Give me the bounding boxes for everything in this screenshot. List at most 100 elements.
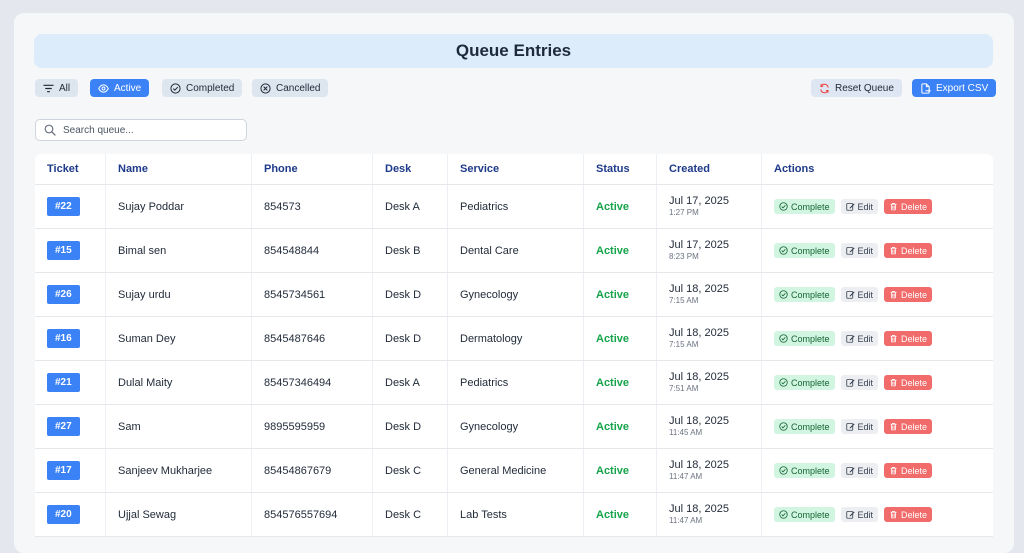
filter-active-button[interactable]: Active xyxy=(90,79,150,97)
delete-button[interactable]: Delete xyxy=(884,507,933,522)
status-badge: Active xyxy=(596,420,630,433)
created-date: Jul 18, 2025 xyxy=(669,458,729,471)
ticket-badge[interactable]: #20 xyxy=(47,505,80,524)
status-badge: Active xyxy=(596,332,630,345)
service-cell: Gynecology xyxy=(447,272,584,317)
ticket-badge[interactable]: #21 xyxy=(47,373,80,392)
service-cell: Pediatrics xyxy=(447,360,584,405)
column-header-actions: Actions xyxy=(761,154,993,185)
complete-label: Complete xyxy=(791,289,830,300)
check-circle-icon xyxy=(779,202,788,211)
filter-all-button[interactable]: All xyxy=(35,79,79,97)
table-row: #22 Sujay Poddar 854573 Desk A Pediatric… xyxy=(35,184,993,229)
ticket-cell: #15 xyxy=(35,228,106,273)
edit-button[interactable]: Edit xyxy=(840,419,879,434)
row-actions: Complete Edit Delete xyxy=(774,419,993,434)
trash-icon xyxy=(890,422,897,431)
ticket-badge[interactable]: #26 xyxy=(47,285,80,304)
reset-queue-label: Reset Queue xyxy=(835,82,894,94)
edit-button[interactable]: Edit xyxy=(840,463,879,478)
phone-cell: 9895595959 xyxy=(251,404,373,449)
status-badge: Active xyxy=(596,508,630,521)
delete-button[interactable]: Delete xyxy=(884,375,933,390)
column-header-name: Name xyxy=(105,154,252,185)
edit-icon xyxy=(845,379,855,387)
created-date: Jul 17, 2025 xyxy=(669,194,729,207)
desk-cell: Desk D xyxy=(372,272,448,317)
complete-label: Complete xyxy=(791,201,830,212)
row-actions: Complete Edit Delete xyxy=(774,243,993,258)
check-circle-icon xyxy=(779,510,788,519)
complete-button[interactable]: Complete xyxy=(774,507,835,522)
created-date: Jul 17, 2025 xyxy=(669,238,729,251)
created-time: 7:51 AM xyxy=(669,383,699,393)
created-time: 11:47 AM xyxy=(669,471,703,481)
edit-button[interactable]: Edit xyxy=(840,375,879,390)
complete-button[interactable]: Complete xyxy=(774,331,835,346)
column-header-status: Status xyxy=(583,154,657,185)
delete-button[interactable]: Delete xyxy=(884,463,933,478)
status-cell: Active xyxy=(583,316,657,361)
ticket-badge[interactable]: #17 xyxy=(47,461,80,480)
actions-cell: Complete Edit Delete xyxy=(761,184,993,229)
status-cell: Active xyxy=(583,228,657,273)
ticket-badge[interactable]: #16 xyxy=(47,329,80,348)
ticket-badge[interactable]: #22 xyxy=(47,197,80,216)
filter-cancelled-button[interactable]: Cancelled xyxy=(252,79,329,97)
status-cell: Active xyxy=(583,360,657,405)
edit-label: Edit xyxy=(857,289,874,300)
export-csv-label: Export CSV xyxy=(936,82,989,94)
delete-button[interactable]: Delete xyxy=(884,419,933,434)
eye-icon xyxy=(98,83,109,93)
edit-button[interactable]: Edit xyxy=(840,199,879,214)
complete-button[interactable]: Complete xyxy=(774,463,835,478)
created-date: Jul 18, 2025 xyxy=(669,326,729,339)
edit-label: Edit xyxy=(857,377,874,388)
complete-button[interactable]: Complete xyxy=(774,243,835,258)
filter-cancelled-label: Cancelled xyxy=(276,82,321,94)
export-csv-button[interactable]: Export CSV xyxy=(912,79,997,97)
complete-button[interactable]: Complete xyxy=(774,375,835,390)
trash-icon xyxy=(890,510,897,519)
complete-button[interactable]: Complete xyxy=(774,199,835,214)
delete-button[interactable]: Delete xyxy=(884,331,933,346)
delete-button[interactable]: Delete xyxy=(884,287,933,302)
desk-cell: Desk A xyxy=(372,184,448,229)
filter-completed-label: Completed xyxy=(186,82,235,94)
complete-button[interactable]: Complete xyxy=(774,287,835,302)
complete-button[interactable]: Complete xyxy=(774,419,835,434)
filter-icon xyxy=(43,84,54,92)
delete-label: Delete xyxy=(901,289,928,300)
edit-button[interactable]: Edit xyxy=(840,243,879,258)
page-title: Queue Entries xyxy=(34,34,993,68)
reset-queue-button[interactable]: Reset Queue xyxy=(811,79,902,97)
check-circle-icon xyxy=(779,378,788,387)
queue-panel: Queue Entries All Active Completed Cance… xyxy=(14,13,1014,553)
actions-cell: Complete Edit Delete xyxy=(761,448,993,493)
service-cell: Dermatology xyxy=(447,316,584,361)
edit-button[interactable]: Edit xyxy=(840,507,879,522)
desk-cell: Desk B xyxy=(372,228,448,273)
delete-button[interactable]: Delete xyxy=(884,199,933,214)
ticket-badge[interactable]: #27 xyxy=(47,417,80,436)
complete-label: Complete xyxy=(791,333,830,344)
filter-active-label: Active xyxy=(114,82,142,94)
refresh-icon xyxy=(820,83,829,93)
trash-icon xyxy=(890,466,897,475)
row-actions: Complete Edit Delete xyxy=(774,199,993,214)
phone-cell: 854573 xyxy=(251,184,373,229)
edit-icon xyxy=(845,423,855,431)
filter-completed-button[interactable]: Completed xyxy=(162,79,243,97)
complete-label: Complete xyxy=(791,245,830,256)
ticket-badge[interactable]: #15 xyxy=(47,241,80,260)
delete-button[interactable]: Delete xyxy=(884,243,933,258)
edit-button[interactable]: Edit xyxy=(840,331,879,346)
desk-cell: Desk C xyxy=(372,448,448,493)
created-time: 1:27 PM xyxy=(669,207,699,217)
column-header-service: Service xyxy=(447,154,584,185)
search-input[interactable] xyxy=(61,123,235,137)
edit-button[interactable]: Edit xyxy=(840,287,879,302)
check-circle-icon xyxy=(779,246,788,255)
desk-cell: Desk D xyxy=(372,404,448,449)
phone-cell: 8545734561 xyxy=(251,272,373,317)
